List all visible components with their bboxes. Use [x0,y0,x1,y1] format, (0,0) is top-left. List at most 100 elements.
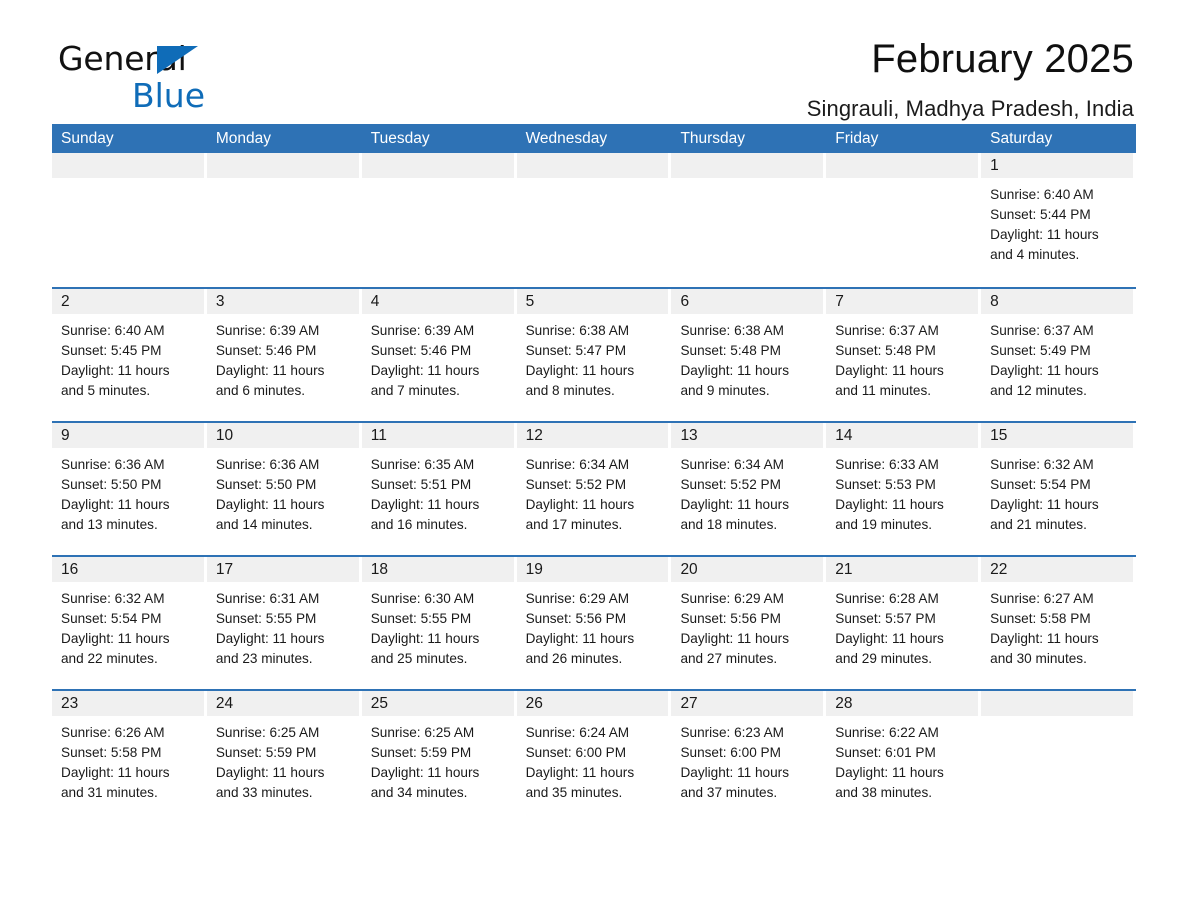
day-number: 23 [61,695,79,712]
sunrise-text: Sunrise: 6:27 AM [990,591,1094,606]
calendar-day-cell[interactable] [52,153,207,287]
daylight-text-line2: and 29 minutes. [835,651,933,666]
calendar-day-cell[interactable] [361,153,517,287]
day-details: Sunrise: 6:27 AM Sunset: 5:58 PM Dayligh… [981,582,1136,669]
sunrise-text: Sunrise: 6:26 AM [61,725,165,740]
calendar-day-cell[interactable] [206,153,362,287]
calendar-day-cell[interactable]: 10 Sunrise: 6:36 AM Sunset: 5:50 PM Dayl… [206,423,362,555]
calendar-day-cell[interactable]: 18 Sunrise: 6:30 AM Sunset: 5:55 PM Dayl… [361,557,517,689]
calendar-day-cell[interactable]: 13 Sunrise: 6:34 AM Sunset: 5:52 PM Dayl… [671,423,827,555]
day-details: Sunrise: 6:36 AM Sunset: 5:50 PM Dayligh… [207,448,362,535]
logo-triangle-icon [157,46,198,74]
calendar-day-cell[interactable]: 5 Sunrise: 6:38 AM Sunset: 5:47 PM Dayli… [516,289,672,421]
calendar-day-cell[interactable]: 12 Sunrise: 6:34 AM Sunset: 5:52 PM Dayl… [516,423,672,555]
day-number-band: 8 [981,289,1134,314]
general-blue-logo[interactable]: General Blue [58,42,388,112]
calendar-day-cell[interactable] [516,153,672,287]
calendar-day-cell[interactable]: 21 Sunrise: 6:28 AM Sunset: 5:57 PM Dayl… [826,557,982,689]
day-number: 10 [215,427,234,444]
calendar-day-cell[interactable]: 1 Sunrise: 6:40 AM Sunset: 5:44 PM Dayli… [981,153,1137,287]
sunrise-text: Sunrise: 6:34 AM [680,457,784,472]
calendar-day-cell[interactable]: 7 Sunrise: 6:37 AM Sunset: 5:48 PM Dayli… [826,289,982,421]
daylight-text-line2: and 31 minutes. [61,785,158,800]
daylight-text-line1: Daylight: 11 hours [525,765,635,780]
calendar-day-cell[interactable] [981,691,1137,823]
day-number-band: 21 [826,557,979,582]
day-details [52,178,207,185]
day-details: Sunrise: 6:32 AM Sunset: 5:54 PM Dayligh… [52,582,207,669]
weekday-header-wednesday: Wednesday [525,130,608,147]
daylight-text-line1: Daylight: 11 hours [835,363,944,378]
sunrise-text: Sunrise: 6:29 AM [680,591,784,606]
day-details: Sunrise: 6:35 AM Sunset: 5:51 PM Dayligh… [362,448,517,535]
sunrise-text: Sunrise: 6:38 AM [525,323,630,338]
calendar-day-cell[interactable]: 19 Sunrise: 6:29 AM Sunset: 5:56 PM Dayl… [516,557,672,689]
calendar-day-cell[interactable]: 9 Sunrise: 6:36 AM Sunset: 5:50 PM Dayli… [52,423,207,555]
day-details: Sunrise: 6:36 AM Sunset: 5:50 PM Dayligh… [52,448,207,535]
calendar-day-cell[interactable]: 14 Sunrise: 6:33 AM Sunset: 5:53 PM Dayl… [826,423,982,555]
daylight-text-line1: Daylight: 11 hours [61,363,170,378]
calendar-day-cell[interactable]: 11 Sunrise: 6:35 AM Sunset: 5:51 PM Dayl… [361,423,517,555]
calendar-day-cell[interactable]: 22 Sunrise: 6:27 AM Sunset: 5:58 PM Dayl… [981,557,1137,689]
day-details: Sunrise: 6:37 AM Sunset: 5:48 PM Dayligh… [826,314,981,401]
calendar-day-cell[interactable]: 16 Sunrise: 6:32 AM Sunset: 5:54 PM Dayl… [52,557,207,689]
calendar-day-cell[interactable]: 28 Sunrise: 6:22 AM Sunset: 6:01 PM Dayl… [826,691,982,823]
day-details: Sunrise: 6:31 AM Sunset: 5:55 PM Dayligh… [207,582,362,669]
sunrise-text: Sunrise: 6:36 AM [215,457,320,472]
day-details: Sunrise: 6:40 AM Sunset: 5:45 PM Dayligh… [52,314,207,401]
sunrise-text: Sunrise: 6:28 AM [835,591,939,606]
day-number-band [826,153,979,178]
day-details [517,178,672,185]
daylight-text-line1: Daylight: 11 hours [215,363,325,378]
day-number-band [671,153,824,178]
calendar-day-cell[interactable] [671,153,827,287]
daylight-text-line1: Daylight: 11 hours [990,227,1099,242]
daylight-text-line2: and 34 minutes. [370,785,468,800]
daylight-text-line2: and 30 minutes. [990,651,1087,666]
daylight-text-line2: and 33 minutes. [215,785,313,800]
sunset-text: Sunset: 5:56 PM [680,611,781,626]
day-number-band: 5 [516,289,669,314]
calendar-day-cell[interactable]: 17 Sunrise: 6:31 AM Sunset: 5:55 PM Dayl… [206,557,362,689]
calendar-day-cell[interactable]: 3 Sunrise: 6:39 AM Sunset: 5:46 PM Dayli… [206,289,362,421]
sunset-text: Sunset: 6:00 PM [525,745,627,760]
day-number: 13 [680,427,698,444]
day-number [826,157,835,174]
calendar-day-cell[interactable] [826,153,982,287]
calendar-day-cell[interactable]: 25 Sunrise: 6:25 AM Sunset: 5:59 PM Dayl… [361,691,517,823]
sunset-text: Sunset: 5:48 PM [835,343,936,358]
daylight-text-line1: Daylight: 11 hours [835,497,944,512]
calendar-day-cell[interactable]: 26 Sunrise: 6:24 AM Sunset: 6:00 PM Dayl… [516,691,672,823]
sunset-text: Sunset: 5:59 PM [215,745,317,760]
calendar-day-cell[interactable]: 15 Sunrise: 6:32 AM Sunset: 5:54 PM Dayl… [981,423,1137,555]
day-number-band: 27 [671,691,824,716]
calendar-day-cell[interactable]: 23 Sunrise: 6:26 AM Sunset: 5:58 PM Dayl… [52,691,207,823]
day-number: 26 [525,695,543,712]
day-details: Sunrise: 6:23 AM Sunset: 6:00 PM Dayligh… [671,716,826,803]
daylight-text-line2: and 35 minutes. [525,785,623,800]
weekday-header-saturday: Saturday [990,130,1053,147]
daylight-text-line1: Daylight: 11 hours [61,497,170,512]
page-header: General Blue February 2025 Singrauli, Ma… [52,0,1136,121]
daylight-text-line2: and 11 minutes. [835,383,932,398]
day-number-band: 26 [516,691,669,716]
calendar-day-cell[interactable]: 27 Sunrise: 6:23 AM Sunset: 6:00 PM Dayl… [671,691,827,823]
sunset-text: Sunset: 5:46 PM [215,343,317,358]
daylight-text-line2: and 6 minutes. [215,383,306,398]
daylight-text-line1: Daylight: 11 hours [525,363,635,378]
day-details: Sunrise: 6:29 AM Sunset: 5:56 PM Dayligh… [671,582,826,669]
day-number-band: 23 [52,691,204,716]
sunset-text: Sunset: 5:53 PM [835,477,936,492]
day-details: Sunrise: 6:34 AM Sunset: 5:52 PM Dayligh… [517,448,672,535]
calendar-page: General Blue February 2025 Singrauli, Ma… [0,0,1188,918]
calendar-day-cell[interactable]: 6 Sunrise: 6:38 AM Sunset: 5:48 PM Dayli… [671,289,827,421]
calendar-day-cell[interactable]: 8 Sunrise: 6:37 AM Sunset: 5:49 PM Dayli… [981,289,1137,421]
calendar-day-cell[interactable]: 4 Sunrise: 6:39 AM Sunset: 5:46 PM Dayli… [361,289,517,421]
day-details: Sunrise: 6:29 AM Sunset: 5:56 PM Dayligh… [517,582,672,669]
day-details: Sunrise: 6:28 AM Sunset: 5:57 PM Dayligh… [826,582,981,669]
calendar-day-cell[interactable]: 20 Sunrise: 6:29 AM Sunset: 5:56 PM Dayl… [671,557,827,689]
sunset-text: Sunset: 5:50 PM [215,477,317,492]
calendar-day-cell[interactable]: 24 Sunrise: 6:25 AM Sunset: 5:59 PM Dayl… [206,691,362,823]
calendar-day-cell[interactable]: 2 Sunrise: 6:40 AM Sunset: 5:45 PM Dayli… [52,289,207,421]
daylight-text-line1: Daylight: 11 hours [525,497,635,512]
